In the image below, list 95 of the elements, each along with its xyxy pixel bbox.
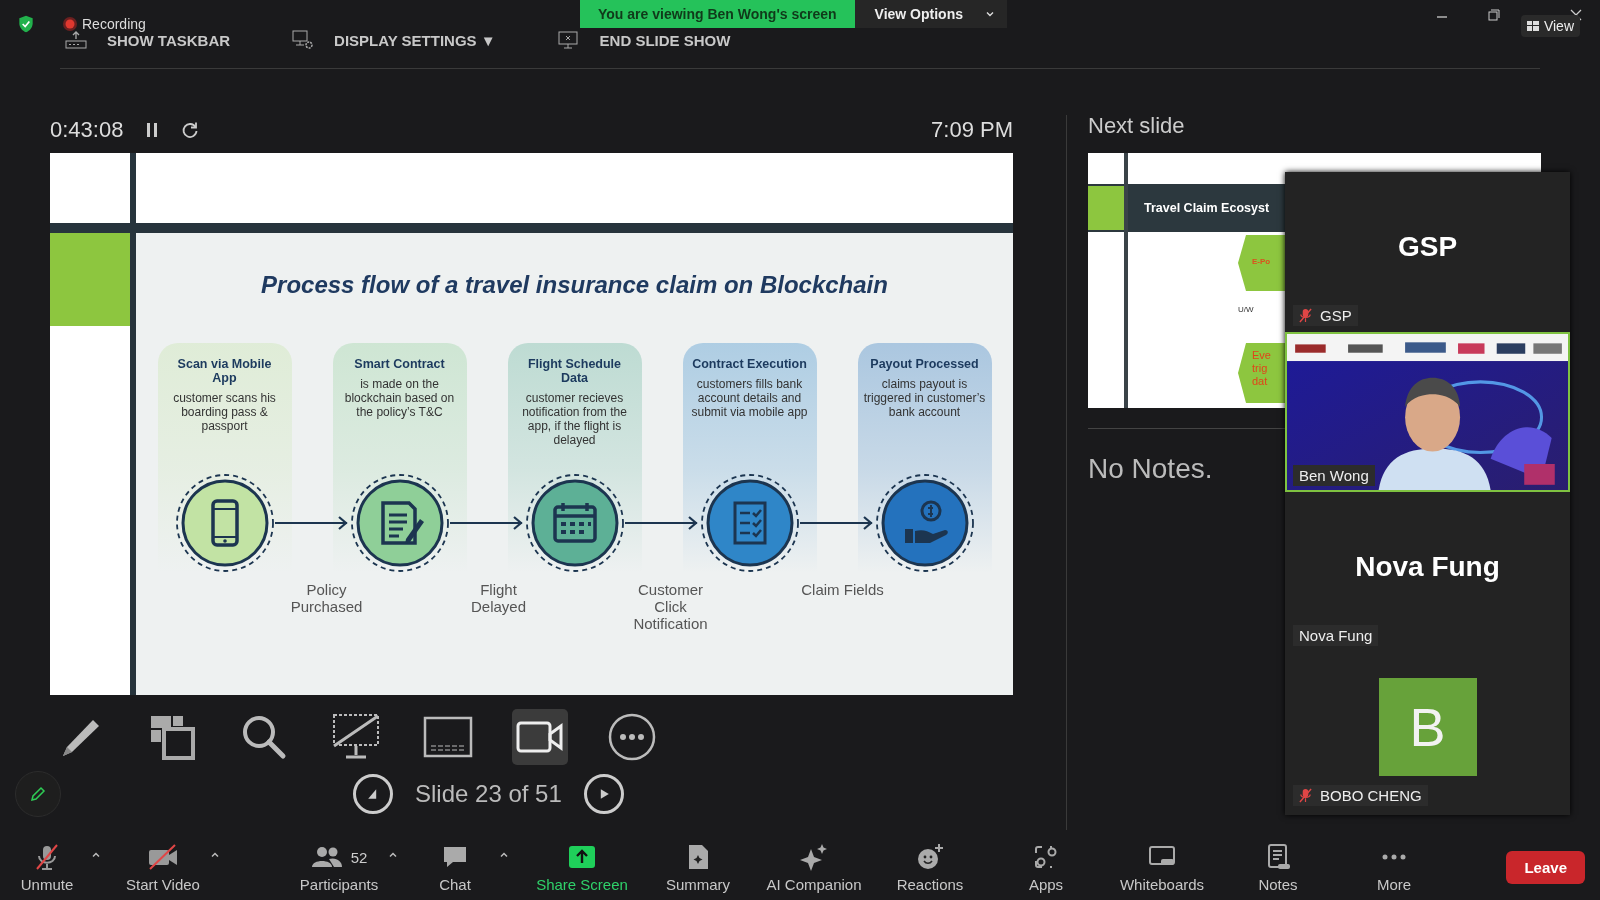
toolbar-button[interactable]: Share Screen — [536, 842, 628, 893]
next-slide-button[interactable] — [583, 774, 624, 814]
previous-slide-button[interactable] — [353, 774, 393, 814]
notes-text: No Notes. — [1088, 453, 1213, 485]
view-button[interactable]: View — [1520, 15, 1580, 37]
toolbar-button[interactable]: Start Video — [126, 842, 200, 893]
leave-button[interactable]: Leave — [1506, 851, 1585, 884]
toolbar-button[interactable]: Summary — [664, 842, 732, 893]
toolbar-label: Notes — [1258, 876, 1298, 893]
pencil-icon — [28, 784, 48, 804]
toolbar-button[interactable]: Chat — [421, 842, 489, 893]
step-title: Contract Execution — [691, 357, 808, 371]
toolbar-label: Chat — [439, 876, 471, 893]
step-text: claims payout is triggered in customer’s bank account — [862, 377, 987, 419]
toolbar-button[interactable]: Unmute — [13, 842, 81, 893]
hexagon-label: dat — [1252, 375, 1269, 388]
participant-name: Ben Wong — [1299, 467, 1369, 484]
hexagon-label: trig — [1252, 362, 1269, 375]
participant-display-name: GSP — [1397, 231, 1458, 263]
caret-icon — [499, 850, 509, 860]
hexagon-label: Eve — [1252, 349, 1272, 362]
connector-label: Flight Delayed — [469, 581, 527, 615]
participant-name: BOBO CHENG — [1320, 787, 1422, 804]
step-text: customers fills bank account details and submit via mobile app — [690, 377, 809, 419]
participant-avatar: B — [1378, 678, 1477, 776]
camera-button[interactable] — [512, 709, 568, 765]
emoji-add-icon — [916, 843, 944, 871]
view-options-button[interactable]: View Options — [854, 0, 1007, 28]
connector-label: Claim Fields — [800, 581, 885, 598]
toolbar-button[interactable]: AI Companion — [766, 842, 862, 893]
more-icon — [1381, 853, 1407, 861]
end-slideshow-icon — [557, 30, 580, 50]
toolbar-label: AI Companion — [766, 876, 862, 893]
diagram-label: U/W — [1238, 305, 1254, 314]
annotate-button[interactable] — [15, 771, 61, 817]
shield-icon — [16, 14, 36, 34]
step-title: Payout Processed — [869, 357, 980, 371]
sparkle-icon — [800, 843, 828, 871]
step-text: customer scans his boarding pass & passport — [172, 391, 277, 433]
toolbar-button[interactable]: 52 Participants — [299, 842, 379, 893]
participant-tile[interactable]: Ben Wong — [1285, 332, 1570, 492]
toolbar-label: Apps — [1028, 876, 1064, 893]
step-title: Smart Contract — [353, 357, 446, 371]
recording-label: Recording — [82, 16, 146, 32]
elapsed-time: 0:43:08 — [50, 117, 124, 143]
muted-mic-icon — [33, 843, 61, 871]
accent-block — [1088, 186, 1124, 230]
presenter-toolbar-button[interactable]: DISPLAY SETTINGS ▼ — [292, 30, 496, 50]
next-slide-title: Travel Claim Ecosyst — [1144, 201, 1270, 215]
toolbar-label: Reactions — [896, 876, 964, 893]
slide-title: Process flow of a travel insurance claim on Blockchain — [261, 271, 888, 299]
slide-counter: Slide 23 of 51 — [415, 780, 562, 808]
recording-icon — [62, 16, 78, 32]
caret-icon — [388, 850, 399, 860]
caret-icon — [91, 850, 101, 860]
toolbar-button[interactable]: Whiteboards — [1119, 842, 1205, 893]
participant-tile[interactable]: Nova Fung Nova Fung — [1285, 492, 1570, 652]
toolbar-label: Start Video — [126, 876, 200, 893]
next-slide-heading: Next slide — [1088, 113, 1186, 139]
connector-label: Policy Purchased — [289, 581, 364, 615]
participant-name: GSP — [1320, 307, 1352, 324]
toolbar-button[interactable]: Notes — [1244, 842, 1312, 893]
caret-icon — [209, 850, 220, 860]
toolbar-label: Share Screen — [536, 876, 628, 893]
reset-icon[interactable] — [181, 121, 200, 139]
participant-name: Nova Fung — [1299, 627, 1373, 644]
hexagon-label: E-Po — [1252, 257, 1271, 266]
video-off-icon — [147, 843, 179, 871]
toolbar-label: Whiteboards — [1119, 876, 1205, 893]
share-screen-icon — [568, 843, 596, 871]
restore-icon[interactable] — [1488, 9, 1500, 21]
step-title: Flight Schedule Data — [526, 357, 623, 385]
participant-count: 52 — [350, 848, 368, 866]
toolbar-button[interactable]: Reactions — [896, 842, 964, 893]
toolbar-label: Summary — [665, 876, 731, 893]
toolbar-label: Participants — [299, 876, 379, 893]
toolbar-label: Unmute — [20, 876, 74, 893]
presenter-toolbar-button[interactable]: END SLIDE SHOW — [557, 30, 731, 50]
toolbar-button[interactable]: Apps — [1012, 842, 1080, 893]
pause-icon[interactable] — [145, 122, 160, 138]
step-text: customer recieves notification from the app, if the flight is delayed — [521, 391, 628, 447]
participant-display-name: Nova Fung — [1355, 551, 1500, 583]
toolbar-label: More — [1376, 876, 1412, 893]
toolbar-button[interactable]: More — [1360, 842, 1428, 893]
connector-label: Customer Click Notification — [632, 581, 709, 632]
clock-time: 7:09 PM — [931, 117, 1013, 143]
taskbar-icon — [65, 31, 87, 49]
viewing-banner: You are viewing Ben Wong's screen — [580, 0, 855, 28]
caret-icon — [985, 9, 995, 19]
step-text: is made on the blockchain based on the policy’s T&C — [343, 377, 456, 419]
grid-icon — [1526, 20, 1539, 32]
participant-tile[interactable]: B BOBO CHENG — [1285, 652, 1570, 812]
step-title: Scan via Mobile App — [176, 357, 273, 385]
participant-tile[interactable]: GSP GSP — [1285, 172, 1570, 332]
display-settings-icon — [292, 30, 315, 50]
